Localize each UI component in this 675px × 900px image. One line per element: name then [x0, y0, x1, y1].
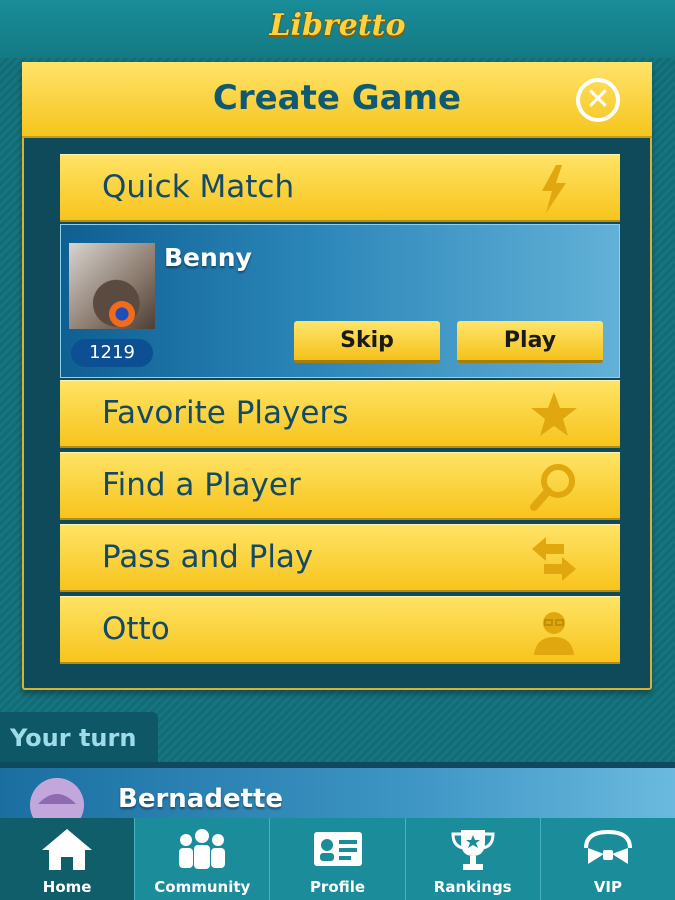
section-title: Your turn: [10, 724, 137, 752]
close-button[interactable]: ✕: [576, 78, 620, 122]
play-button[interactable]: Play: [457, 321, 603, 363]
menu-item-label: Find a Player: [102, 467, 301, 503]
opponent-name: Benny: [164, 243, 252, 272]
opponent-avatar: [69, 243, 155, 329]
game-player-name: Bernadette: [118, 784, 284, 814]
nav-rankings[interactable]: Rankings: [404, 818, 540, 900]
nav-home[interactable]: Home: [0, 818, 135, 900]
lightning-icon: [542, 165, 566, 213]
nav-label: Profile: [309, 878, 366, 896]
menu-item-otto[interactable]: Otto: [60, 596, 620, 664]
nav-vip[interactable]: VIP: [539, 818, 675, 900]
avatar-photo-detail: [109, 301, 135, 327]
game-row[interactable]: Bernadette: [0, 768, 675, 832]
menu-item-label: Quick Match: [102, 169, 295, 205]
bot-face-icon: [534, 612, 574, 655]
star-icon: [531, 392, 577, 436]
close-icon: ✕: [585, 82, 611, 117]
menu-item-favorite-players[interactable]: Favorite Players: [60, 380, 620, 448]
menu-item-label: Pass and Play: [102, 539, 314, 575]
nav-label: Rankings: [433, 878, 512, 896]
menu-item-find-a-player[interactable]: Find a Player: [60, 452, 620, 520]
menu-item-label: Otto: [102, 611, 170, 647]
create-game-dialog: Create Game ✕ Quick Match Benny 1219 Ski…: [22, 62, 652, 690]
app-logo: Libretto: [269, 8, 406, 43]
dialog-header: Create Game ✕: [22, 62, 652, 138]
bottom-nav: Home Community Profile Rankings VIP: [0, 818, 675, 900]
nav-label: Community: [154, 878, 251, 896]
opponent-rating-badge: 1219: [71, 339, 153, 367]
menu-item-quick-match[interactable]: Quick Match: [60, 154, 620, 222]
trophy-icon: [451, 830, 495, 870]
nav-profile[interactable]: Profile: [269, 818, 404, 900]
your-turn-tab: Your turn: [0, 712, 158, 764]
quick-match-card: Benny 1219 Skip Play: [60, 224, 620, 378]
nav-community[interactable]: Community: [134, 818, 269, 900]
nav-label: VIP: [593, 878, 622, 896]
menu-item-pass-and-play[interactable]: Pass and Play: [60, 524, 620, 592]
bowtie-icon: [583, 829, 632, 864]
magnifier-icon: [530, 464, 575, 511]
id-card-icon: [313, 832, 362, 866]
nav-label: Home: [42, 878, 92, 896]
home-icon: [42, 829, 93, 870]
skip-button[interactable]: Skip: [294, 321, 440, 363]
top-bar: Libretto: [0, 0, 675, 58]
dialog-title: Create Game: [212, 78, 462, 118]
people-icon: [179, 829, 226, 869]
swap-arrows-icon: [532, 537, 576, 581]
menu-item-label: Favorite Players: [102, 395, 349, 431]
